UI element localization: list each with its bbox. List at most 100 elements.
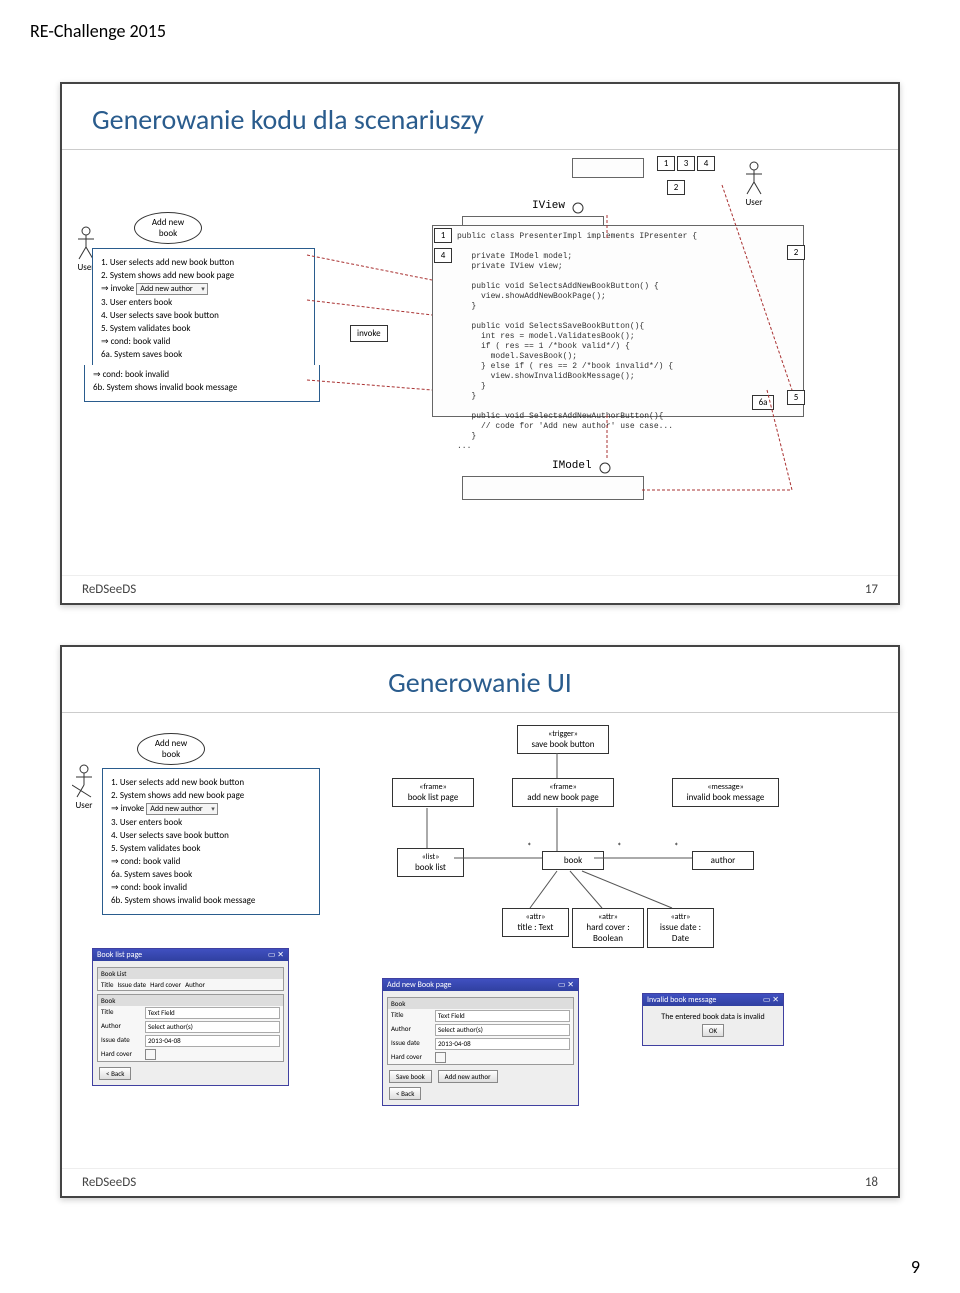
combo-add-author[interactable]: Add new author: [136, 283, 207, 295]
col-issue: Issue date: [117, 980, 146, 989]
scenario-step-1: 1. User selects add new book button: [101, 257, 234, 268]
col-hard: Hard cover: [150, 980, 181, 989]
m1-issue-lbl: Issue date: [101, 1035, 141, 1047]
footer-left-18: ReDSeeDS: [82, 1175, 136, 1190]
m1-author-field[interactable]: Select author(s): [145, 1021, 280, 1033]
m1-issue-field[interactable]: 2013-04-08: [145, 1035, 280, 1047]
actor-user-18-label: User: [72, 800, 96, 811]
uml-msg-stereo: «message»: [678, 782, 773, 792]
m2-issue-field[interactable]: 2013-04-08: [435, 1038, 570, 1050]
comp-small-top: [572, 158, 644, 178]
slide-17-title: Generowanie kodu dla scenariuszy: [62, 84, 898, 150]
sc18-3: 3. User enters book: [111, 817, 311, 828]
imodel-comp: [462, 476, 644, 500]
uml-attr2-s: «attr»: [578, 912, 638, 922]
actor-user-18: User: [72, 763, 96, 811]
mock-invalid-msg: Invalid book message▭ ✕ The entered book…: [642, 993, 784, 1046]
uml-attr1: «attr» title : Text: [502, 908, 569, 937]
uml-attr2-n: hard cover : Boolean: [586, 922, 629, 944]
actor-user-right: User: [742, 160, 766, 208]
m2-hard-lbl: Hard cover: [391, 1052, 431, 1063]
m1-title-lbl: Title: [101, 1007, 141, 1019]
num-box-2-right: 2: [787, 245, 805, 260]
window-controls-icon[interactable]: ▭ ✕: [558, 980, 574, 990]
uml-list-name: book list: [415, 862, 446, 873]
m2-title-field[interactable]: Text Field: [435, 1010, 570, 1022]
invoke-box: invoke: [350, 325, 388, 342]
num-box-4: 4: [697, 156, 715, 171]
m2-back-btn[interactable]: < Back: [389, 1087, 421, 1100]
mult-star-3: *: [674, 841, 678, 852]
m2-issue-lbl: Issue date: [391, 1038, 431, 1050]
m2-author-field[interactable]: Select author(s): [435, 1024, 570, 1036]
col-title: Title: [101, 980, 113, 989]
scenario-step-3: 3. User enters book: [101, 297, 306, 308]
scenario-cond-invalid: ⇒ cond: book invalid: [93, 369, 311, 380]
num-box-1-left: 1: [434, 228, 452, 243]
uml-msg-name: invalid book message: [687, 792, 765, 803]
sc18-6a: 6a. System saves book: [111, 869, 311, 880]
slide-17: Generowanie kodu dla scenariuszy User Ad…: [60, 82, 900, 605]
mock1-booklist-panel: Book List Title Issue date Hard cover Au…: [97, 967, 284, 991]
sc18-2: 2. System shows add new book page: [111, 790, 311, 801]
usecase-add-new-book: Add new book: [134, 212, 202, 244]
usecase-18: Add new book: [137, 733, 205, 765]
actor-user-right-label: User: [742, 197, 766, 208]
slide-18: Generowanie UI User Add new book 1. User…: [60, 645, 900, 1198]
uml-frame1-stereo: «frame»: [398, 782, 468, 792]
window-controls-icon[interactable]: ▭ ✕: [763, 995, 779, 1005]
slide-18-footer: ReDSeeDS 18: [62, 1168, 898, 1196]
uml-frame2-name: add new book page: [527, 792, 598, 803]
sc18-6b: 6b. System shows invalid book message: [111, 895, 311, 906]
m1-hard-lbl: Hard cover: [101, 1049, 141, 1060]
page-header: RE-Challenge 2015: [0, 0, 960, 52]
footer-right: 17: [865, 582, 878, 597]
uml-attr3: «attr» issue date : Date: [647, 908, 714, 948]
m1-title-field[interactable]: Text Field: [145, 1007, 280, 1019]
sc18-ci: ⇒ cond: book invalid: [111, 882, 311, 893]
combo-18[interactable]: Add new author: [146, 803, 217, 815]
uml-attr2: «attr» hard cover : Boolean: [572, 908, 644, 948]
footer-left: ReDSeeDS: [82, 582, 136, 597]
window-controls-icon[interactable]: ▭ ✕: [268, 950, 284, 960]
m2-author-lbl: Author: [391, 1024, 431, 1036]
uml-author: author: [692, 851, 754, 870]
uml-trigger: «trigger» save book button: [517, 725, 609, 754]
m3-ok-btn[interactable]: OK: [702, 1024, 724, 1037]
scenario-box-ext: ⇒ cond: book invalid 6b. System shows in…: [84, 365, 320, 402]
scenario-step-6b: 6b. System shows invalid book message: [93, 382, 311, 393]
uml-frame1-name: book list page: [408, 792, 459, 803]
mock1-p2-head: Book: [98, 995, 283, 1006]
m1-author-lbl: Author: [101, 1021, 141, 1033]
num-box-5-right: 5: [787, 390, 805, 405]
m3-text: The entered book data is invalid: [649, 1012, 777, 1022]
iview-label: IView: [532, 200, 565, 212]
scenario-box-18: 1. User selects add new book button 2. S…: [102, 768, 320, 915]
num-box-4-left: 4: [434, 248, 452, 263]
m2-add-btn[interactable]: Add new author: [438, 1070, 498, 1083]
col-author: Author: [185, 980, 205, 989]
scenario-step-6a: 6a. System saves book: [101, 349, 306, 360]
sc18-inv: ⇒ invoke: [111, 803, 144, 814]
mock1-book-panel: Book Title Text Field Author Select author…: [97, 994, 284, 1062]
uml-msg: «message» invalid book message: [672, 778, 779, 807]
scenario-step-5: 5. System validates book: [101, 323, 306, 334]
scenario-cond-valid: ⇒ cond: book valid: [101, 336, 306, 347]
sc18-5: 5. System validates book: [111, 843, 311, 854]
uml-trigger-name: save book button: [531, 739, 594, 750]
sc18-cv: ⇒ cond: book valid: [111, 856, 311, 867]
page-number: 9: [911, 1256, 920, 1278]
slide-17-footer: ReDSeeDS 17: [62, 575, 898, 603]
m2-save-btn[interactable]: Save book: [389, 1070, 432, 1083]
sc18-4: 4. User selects save book button: [111, 830, 311, 841]
uml-trigger-stereo: «trigger»: [523, 729, 603, 739]
num-box-6a: 6a: [752, 395, 774, 410]
uml-frame1: «frame» book list page: [392, 778, 474, 807]
m2-hard-chk[interactable]: [435, 1052, 446, 1063]
uml-frame2-stereo: «frame»: [518, 782, 608, 792]
m1-hard-chk[interactable]: [145, 1049, 156, 1060]
m1-back-btn[interactable]: < Back: [99, 1067, 131, 1080]
num-box-3: 3: [677, 156, 695, 171]
mock-add-book: Add new Book page▭ ✕ Book TitleText Fiel…: [382, 978, 579, 1106]
scenario-invoke: ⇒ invoke: [101, 283, 134, 294]
